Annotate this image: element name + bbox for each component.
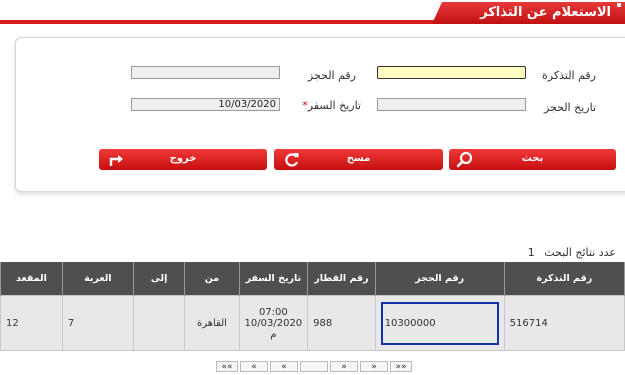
booking-date-input[interactable]: [377, 98, 526, 111]
cell-from: القاهرة: [184, 295, 240, 351]
pager-current[interactable]: [300, 361, 328, 372]
travel-date-input[interactable]: [131, 98, 280, 111]
pnr-highlight-box: 10300000: [380, 301, 499, 345]
col-from[interactable]: من: [184, 262, 240, 296]
col-travel-date[interactable]: تاريخ السفر: [238, 262, 309, 296]
cell-coach: 7: [61, 295, 134, 351]
booking-date-label: تاريخ الحجز: [543, 101, 596, 114]
travel-time: 07:00: [258, 306, 288, 318]
pager-prev-2[interactable]: «: [270, 361, 298, 372]
travel-date-label: تاريخ السفر*: [302, 99, 361, 112]
pnr-input[interactable]: [131, 66, 280, 79]
col-to[interactable]: إلى: [132, 262, 186, 296]
cell-travel-date: 07:00 10/03/2020 م: [238, 295, 309, 351]
search-button[interactable]: بحث: [449, 149, 616, 170]
clear-button[interactable]: مسح: [274, 149, 443, 170]
clear-button-label: مسح: [346, 153, 371, 164]
result-count-value: 1: [527, 246, 535, 259]
cell-to: [132, 295, 186, 351]
cell-ticket-number: 516714: [503, 295, 625, 351]
travel-ampm: م: [270, 328, 277, 340]
results-table: رقم التذكرة رقم الحجز رقم القطار تاريخ ا…: [0, 262, 625, 351]
pager-next[interactable]: »: [330, 361, 358, 372]
exit-button[interactable]: خروج: [99, 149, 267, 170]
col-coach[interactable]: العربة: [61, 262, 134, 296]
title-bar: الاستعلام عن التذاكر: [0, 0, 625, 28]
ticket-number-label: رقم التذكرة: [542, 69, 596, 82]
result-count: عدد نتائج البحث 1: [528, 246, 616, 259]
title-corner-dot: [617, 3, 621, 7]
pagination: «« « « » » »»: [216, 361, 412, 372]
col-seat[interactable]: المقعد: [0, 262, 63, 296]
col-pnr[interactable]: رقم الحجز: [374, 262, 505, 296]
pager-first[interactable]: ««: [216, 361, 238, 372]
cell-train-number: 988: [307, 295, 376, 351]
cell-pnr: 10300000: [374, 295, 505, 351]
table-row[interactable]: 516714 10300000 988 07:00 10/03/2020 م ا…: [0, 295, 625, 351]
col-ticket-number[interactable]: رقم التذكرة: [503, 262, 625, 296]
search-button-label: بحث: [521, 153, 544, 164]
page-title: الاستعلام عن التذاكر: [432, 2, 625, 24]
pnr-value: 10300000: [384, 317, 436, 329]
pager-last[interactable]: »»: [390, 361, 412, 372]
ticket-number-input[interactable]: [377, 66, 526, 79]
col-train-number[interactable]: رقم القطار: [307, 262, 376, 296]
results-header-row: رقم التذكرة رقم الحجز رقم القطار تاريخ ا…: [0, 262, 625, 296]
pnr-label: رقم الحجز: [307, 69, 356, 82]
cell-seat: 12: [0, 295, 63, 351]
pager-prev[interactable]: «: [240, 361, 268, 372]
pager-next-2[interactable]: »: [360, 361, 388, 372]
travel-date: 10/03/2020: [244, 317, 303, 329]
exit-button-label: خروج: [169, 153, 197, 164]
result-count-label: عدد نتائج البحث: [544, 246, 616, 259]
